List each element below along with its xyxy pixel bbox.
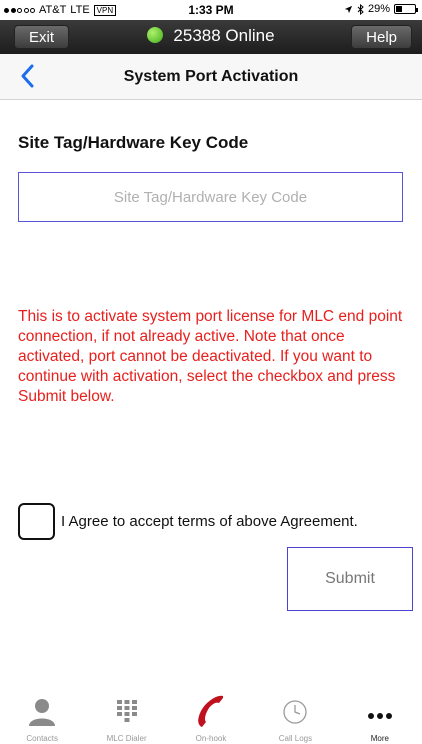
submit-button[interactable]: Submit bbox=[287, 547, 413, 611]
agree-checkbox[interactable] bbox=[18, 503, 55, 540]
bluetooth-icon bbox=[357, 3, 364, 15]
location-arrow-icon bbox=[344, 5, 353, 13]
page-title: System Port Activation bbox=[123, 68, 299, 85]
status-bar: AT&T LTE VPN 1:33 PM 29% bbox=[0, 0, 422, 20]
tab-more-label: More bbox=[370, 734, 389, 743]
tab-on-hook[interactable]: On-hook bbox=[169, 694, 253, 744]
online-count: 25388 Online bbox=[173, 26, 275, 45]
agree-row: I Agree to accept terms of above Agreeme… bbox=[18, 503, 358, 540]
status-right: 29% bbox=[344, 3, 418, 15]
agree-label: I Agree to accept terms of above Agreeme… bbox=[61, 513, 358, 530]
battery-percent: 29% bbox=[367, 3, 390, 15]
tab-mlc-dialer[interactable]: MLC Dialer bbox=[84, 694, 168, 744]
tab-bar: Contacts MLC Dialer On-hook Call Logs Mo… bbox=[0, 694, 422, 744]
app-header: Exit 25388 Online Help bbox=[0, 20, 422, 54]
key-code-input[interactable] bbox=[18, 172, 403, 222]
keypad-icon bbox=[116, 700, 137, 722]
online-status-icon bbox=[147, 27, 164, 43]
phone-handset-icon bbox=[198, 695, 224, 727]
tab-call-logs[interactable]: Call Logs bbox=[253, 694, 337, 744]
more-dots-icon bbox=[367, 713, 392, 719]
nav-bar: System Port Activation bbox=[0, 54, 422, 100]
tab-mlc-dialer-label: MLC Dialer bbox=[106, 734, 147, 743]
contacts-icon bbox=[29, 699, 56, 726]
activation-warning: This is to activate system port license … bbox=[18, 308, 403, 405]
tab-on-hook-label: On-hook bbox=[195, 734, 227, 743]
clock-icon bbox=[283, 700, 308, 724]
help-button[interactable]: Help bbox=[351, 25, 412, 49]
battery-icon bbox=[394, 4, 418, 14]
tab-more[interactable]: More bbox=[338, 694, 422, 744]
key-code-label: Site Tag/Hardware Key Code bbox=[18, 133, 249, 152]
tab-contacts[interactable]: Contacts bbox=[0, 694, 84, 744]
tab-call-logs-label: Call Logs bbox=[278, 734, 313, 743]
tab-contacts-label: Contacts bbox=[26, 734, 58, 743]
